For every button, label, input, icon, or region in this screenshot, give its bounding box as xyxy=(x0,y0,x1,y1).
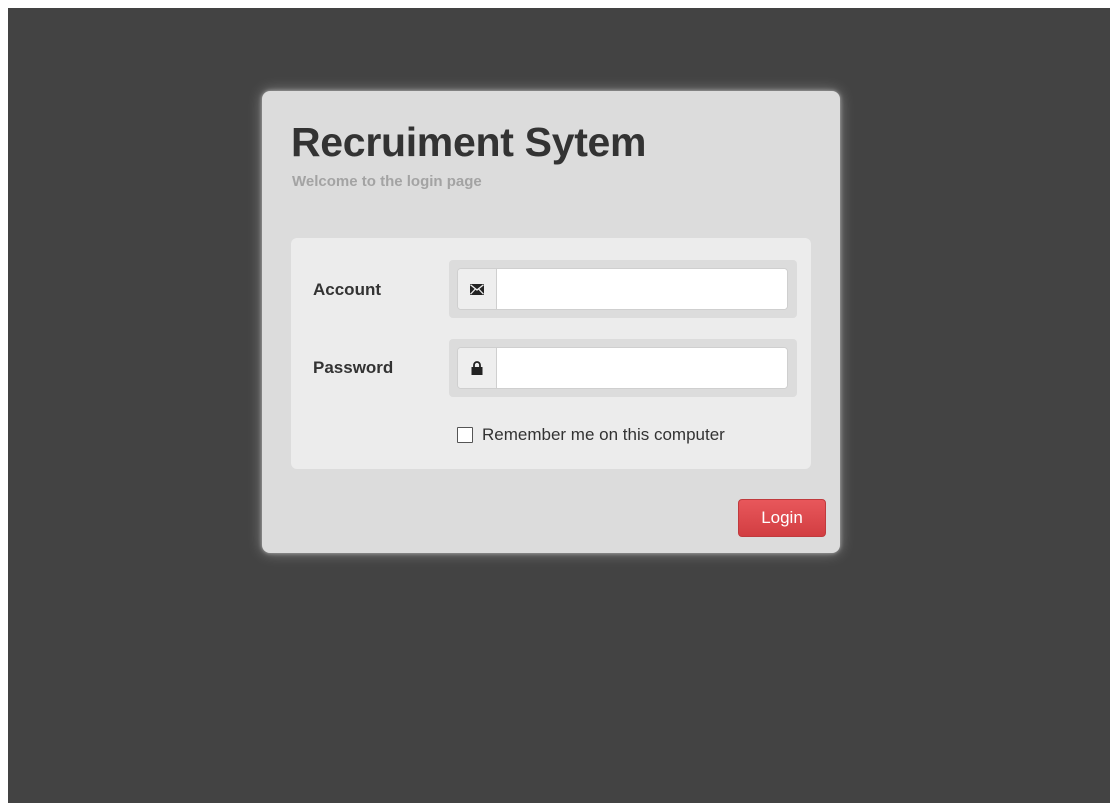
password-input-group xyxy=(457,347,788,389)
remember-me-row: Remember me on this computer xyxy=(457,425,725,445)
lock-icon xyxy=(458,348,497,388)
remember-me-label[interactable]: Remember me on this computer xyxy=(482,425,725,445)
page-background: Recruiment Sytem Welcome to the login pa… xyxy=(8,8,1110,803)
password-input[interactable] xyxy=(497,348,787,388)
account-input-group xyxy=(457,268,788,310)
envelope-icon xyxy=(458,269,497,309)
login-form: Account Password Remember me on this com… xyxy=(291,238,811,469)
remember-me-checkbox[interactable] xyxy=(457,427,473,443)
password-field-wrapper xyxy=(449,339,797,397)
account-input[interactable] xyxy=(497,269,787,309)
page-title: Recruiment Sytem xyxy=(291,119,647,165)
login-button[interactable]: Login xyxy=(738,499,826,537)
login-card: Recruiment Sytem Welcome to the login pa… xyxy=(262,91,840,553)
password-label: Password xyxy=(313,358,394,377)
page-subtitle: Welcome to the login page xyxy=(292,173,482,190)
account-field-wrapper xyxy=(449,260,797,318)
account-label: Account xyxy=(313,280,381,299)
